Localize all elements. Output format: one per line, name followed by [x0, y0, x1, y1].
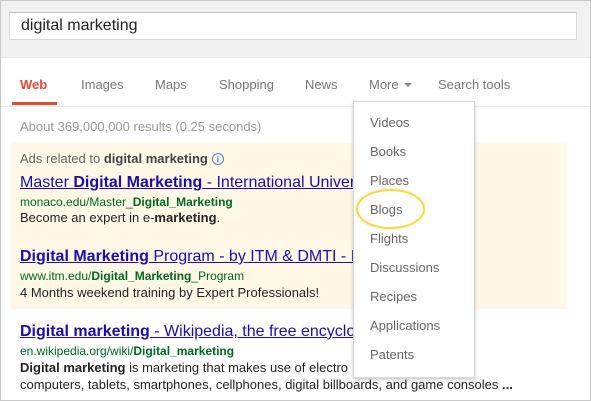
result-url: en.wikipedia.org/wiki/Digital_marketing [20, 344, 235, 358]
tab-images[interactable]: Images [81, 77, 124, 92]
menu-item-recipes[interactable]: Recipes [370, 289, 417, 304]
menu-item-discussions[interactable]: Discussions [370, 260, 439, 275]
ads-section: Ads related to digital marketing i Master… [11, 143, 567, 309]
search-input[interactable]: digital marketing [9, 12, 577, 40]
ad-url: www.itm.edu/Digital_Marketing_Program [20, 269, 245, 283]
ad-snippet: 4 Months weekend training by Expert Prof… [20, 285, 320, 300]
tab-more[interactable]: More [369, 77, 412, 92]
search-header: digital marketing [1, 1, 590, 58]
tab-more-label: More [369, 77, 399, 92]
menu-item-books[interactable]: Books [370, 144, 406, 159]
tab-shopping[interactable]: Shopping [219, 77, 274, 92]
result-title-link[interactable]: Digital marketing - Wikipedia, the free … [20, 323, 364, 341]
menu-item-flights[interactable]: Flights [370, 231, 408, 246]
tab-web[interactable]: Web [20, 77, 47, 92]
result-snippet: computers, tablets, smartphones, cellpho… [20, 377, 513, 392]
info-icon[interactable]: i [211, 153, 224, 165]
tab-search-tools[interactable]: Search tools [438, 77, 510, 92]
ads-header: Ads related to digital marketing i [20, 151, 224, 166]
search-tabs: Web Images Maps Shopping News More Searc… [1, 57, 590, 107]
ad-title-link[interactable]: Master Digital Marketing - International… [20, 174, 367, 192]
tab-maps[interactable]: Maps [155, 77, 187, 92]
result-snippet: Digital marketing is marketing that make… [20, 360, 349, 375]
chevron-down-icon [403, 82, 412, 87]
highlight-ring [356, 189, 425, 229]
menu-item-patents[interactable]: Patents [370, 347, 414, 362]
ad-title-link[interactable]: Digital Marketing Program - by ITM & DMT… [20, 248, 365, 266]
active-tab-indicator [12, 102, 57, 105]
menu-item-places[interactable]: Places [370, 173, 409, 188]
ad-url: monaco.edu/Master_Digital_Marketing [20, 195, 233, 209]
menu-item-applications[interactable]: Applications [370, 318, 440, 333]
tab-news[interactable]: News [305, 77, 338, 92]
menu-item-videos[interactable]: Videos [370, 115, 410, 130]
more-dropdown-menu: Videos Books Places Blogs Flights Discus… [353, 101, 475, 378]
ad-snippet: Become an expert in e-marketing. [20, 210, 221, 225]
results-stats: About 369,000,000 results (0.25 seconds) [20, 119, 262, 134]
